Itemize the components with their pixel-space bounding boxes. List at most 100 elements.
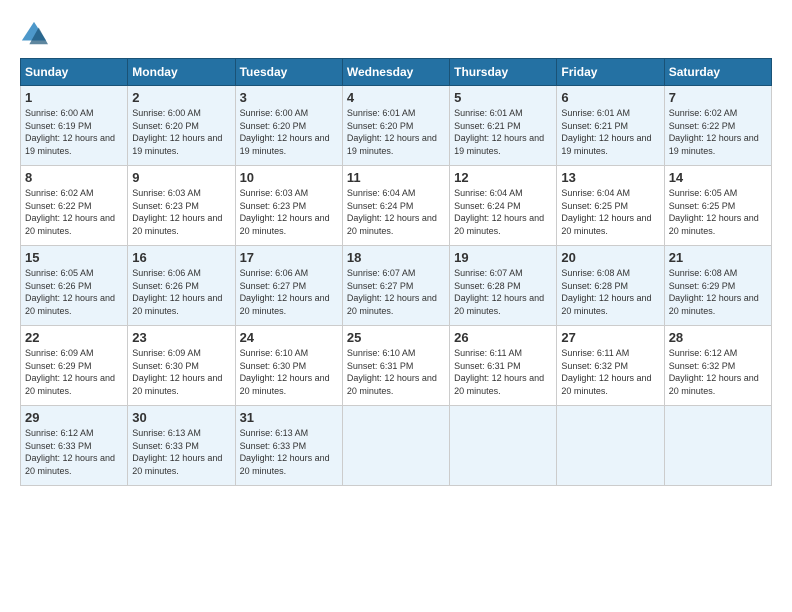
calendar-cell <box>557 406 664 486</box>
calendar-cell: 22 Sunrise: 6:09 AMSunset: 6:29 PMDaylig… <box>21 326 128 406</box>
calendar-cell: 5 Sunrise: 6:01 AMSunset: 6:21 PMDayligh… <box>450 86 557 166</box>
day-number: 3 <box>240 90 338 105</box>
day-detail: Sunrise: 6:04 AMSunset: 6:24 PMDaylight:… <box>454 188 544 236</box>
calendar-cell: 7 Sunrise: 6:02 AMSunset: 6:22 PMDayligh… <box>664 86 771 166</box>
calendar-week-row: 29 Sunrise: 6:12 AMSunset: 6:33 PMDaylig… <box>21 406 772 486</box>
calendar-cell: 8 Sunrise: 6:02 AMSunset: 6:22 PMDayligh… <box>21 166 128 246</box>
day-detail: Sunrise: 6:09 AMSunset: 6:30 PMDaylight:… <box>132 348 222 396</box>
calendar-cell: 4 Sunrise: 6:01 AMSunset: 6:20 PMDayligh… <box>342 86 449 166</box>
day-detail: Sunrise: 6:01 AMSunset: 6:21 PMDaylight:… <box>454 108 544 156</box>
day-detail: Sunrise: 6:00 AMSunset: 6:20 PMDaylight:… <box>240 108 330 156</box>
day-number: 18 <box>347 250 445 265</box>
day-detail: Sunrise: 6:01 AMSunset: 6:21 PMDaylight:… <box>561 108 651 156</box>
day-number: 29 <box>25 410 123 425</box>
calendar-cell <box>342 406 449 486</box>
day-number: 31 <box>240 410 338 425</box>
calendar-cell: 31 Sunrise: 6:13 AMSunset: 6:33 PMDaylig… <box>235 406 342 486</box>
day-number: 17 <box>240 250 338 265</box>
day-number: 15 <box>25 250 123 265</box>
calendar-cell: 25 Sunrise: 6:10 AMSunset: 6:31 PMDaylig… <box>342 326 449 406</box>
day-detail: Sunrise: 6:05 AMSunset: 6:26 PMDaylight:… <box>25 268 115 316</box>
day-number: 28 <box>669 330 767 345</box>
calendar-cell: 11 Sunrise: 6:04 AMSunset: 6:24 PMDaylig… <box>342 166 449 246</box>
calendar-cell: 2 Sunrise: 6:00 AMSunset: 6:20 PMDayligh… <box>128 86 235 166</box>
logo <box>20 20 52 48</box>
calendar-cell: 16 Sunrise: 6:06 AMSunset: 6:26 PMDaylig… <box>128 246 235 326</box>
calendar-cell: 27 Sunrise: 6:11 AMSunset: 6:32 PMDaylig… <box>557 326 664 406</box>
calendar-cell <box>664 406 771 486</box>
day-detail: Sunrise: 6:08 AMSunset: 6:28 PMDaylight:… <box>561 268 651 316</box>
day-detail: Sunrise: 6:05 AMSunset: 6:25 PMDaylight:… <box>669 188 759 236</box>
logo-icon <box>20 20 48 48</box>
calendar-cell: 12 Sunrise: 6:04 AMSunset: 6:24 PMDaylig… <box>450 166 557 246</box>
day-number: 30 <box>132 410 230 425</box>
day-number: 19 <box>454 250 552 265</box>
calendar-cell: 23 Sunrise: 6:09 AMSunset: 6:30 PMDaylig… <box>128 326 235 406</box>
day-detail: Sunrise: 6:03 AMSunset: 6:23 PMDaylight:… <box>132 188 222 236</box>
day-number: 22 <box>25 330 123 345</box>
day-number: 24 <box>240 330 338 345</box>
calendar-cell: 9 Sunrise: 6:03 AMSunset: 6:23 PMDayligh… <box>128 166 235 246</box>
day-detail: Sunrise: 6:02 AMSunset: 6:22 PMDaylight:… <box>669 108 759 156</box>
day-number: 8 <box>25 170 123 185</box>
calendar-week-row: 8 Sunrise: 6:02 AMSunset: 6:22 PMDayligh… <box>21 166 772 246</box>
calendar-week-row: 22 Sunrise: 6:09 AMSunset: 6:29 PMDaylig… <box>21 326 772 406</box>
day-number: 9 <box>132 170 230 185</box>
day-number: 26 <box>454 330 552 345</box>
day-detail: Sunrise: 6:02 AMSunset: 6:22 PMDaylight:… <box>25 188 115 236</box>
day-number: 21 <box>669 250 767 265</box>
calendar-cell: 13 Sunrise: 6:04 AMSunset: 6:25 PMDaylig… <box>557 166 664 246</box>
calendar-cell: 3 Sunrise: 6:00 AMSunset: 6:20 PMDayligh… <box>235 86 342 166</box>
day-detail: Sunrise: 6:12 AMSunset: 6:32 PMDaylight:… <box>669 348 759 396</box>
calendar-cell: 21 Sunrise: 6:08 AMSunset: 6:29 PMDaylig… <box>664 246 771 326</box>
calendar-cell: 30 Sunrise: 6:13 AMSunset: 6:33 PMDaylig… <box>128 406 235 486</box>
calendar-cell: 1 Sunrise: 6:00 AMSunset: 6:19 PMDayligh… <box>21 86 128 166</box>
day-detail: Sunrise: 6:04 AMSunset: 6:24 PMDaylight:… <box>347 188 437 236</box>
calendar-cell: 17 Sunrise: 6:06 AMSunset: 6:27 PMDaylig… <box>235 246 342 326</box>
day-detail: Sunrise: 6:11 AMSunset: 6:31 PMDaylight:… <box>454 348 544 396</box>
day-number: 1 <box>25 90 123 105</box>
calendar-cell <box>450 406 557 486</box>
calendar-cell: 15 Sunrise: 6:05 AMSunset: 6:26 PMDaylig… <box>21 246 128 326</box>
day-number: 12 <box>454 170 552 185</box>
day-detail: Sunrise: 6:13 AMSunset: 6:33 PMDaylight:… <box>132 428 222 476</box>
day-number: 11 <box>347 170 445 185</box>
calendar-table: SundayMondayTuesdayWednesdayThursdayFrid… <box>20 58 772 486</box>
calendar-cell: 6 Sunrise: 6:01 AMSunset: 6:21 PMDayligh… <box>557 86 664 166</box>
calendar-cell: 20 Sunrise: 6:08 AMSunset: 6:28 PMDaylig… <box>557 246 664 326</box>
day-detail: Sunrise: 6:12 AMSunset: 6:33 PMDaylight:… <box>25 428 115 476</box>
day-detail: Sunrise: 6:00 AMSunset: 6:20 PMDaylight:… <box>132 108 222 156</box>
day-detail: Sunrise: 6:11 AMSunset: 6:32 PMDaylight:… <box>561 348 651 396</box>
day-number: 5 <box>454 90 552 105</box>
page-header <box>20 20 772 48</box>
day-detail: Sunrise: 6:04 AMSunset: 6:25 PMDaylight:… <box>561 188 651 236</box>
day-detail: Sunrise: 6:00 AMSunset: 6:19 PMDaylight:… <box>25 108 115 156</box>
weekday-header: Wednesday <box>342 59 449 86</box>
calendar-week-row: 15 Sunrise: 6:05 AMSunset: 6:26 PMDaylig… <box>21 246 772 326</box>
weekday-header: Tuesday <box>235 59 342 86</box>
day-number: 4 <box>347 90 445 105</box>
calendar-cell: 18 Sunrise: 6:07 AMSunset: 6:27 PMDaylig… <box>342 246 449 326</box>
day-number: 27 <box>561 330 659 345</box>
calendar-cell: 14 Sunrise: 6:05 AMSunset: 6:25 PMDaylig… <box>664 166 771 246</box>
calendar-cell: 10 Sunrise: 6:03 AMSunset: 6:23 PMDaylig… <box>235 166 342 246</box>
day-detail: Sunrise: 6:03 AMSunset: 6:23 PMDaylight:… <box>240 188 330 236</box>
day-number: 16 <box>132 250 230 265</box>
day-detail: Sunrise: 6:06 AMSunset: 6:26 PMDaylight:… <box>132 268 222 316</box>
day-number: 2 <box>132 90 230 105</box>
day-detail: Sunrise: 6:10 AMSunset: 6:30 PMDaylight:… <box>240 348 330 396</box>
day-number: 25 <box>347 330 445 345</box>
weekday-header: Thursday <box>450 59 557 86</box>
calendar-cell: 29 Sunrise: 6:12 AMSunset: 6:33 PMDaylig… <box>21 406 128 486</box>
day-detail: Sunrise: 6:09 AMSunset: 6:29 PMDaylight:… <box>25 348 115 396</box>
day-number: 13 <box>561 170 659 185</box>
calendar-cell: 19 Sunrise: 6:07 AMSunset: 6:28 PMDaylig… <box>450 246 557 326</box>
day-detail: Sunrise: 6:13 AMSunset: 6:33 PMDaylight:… <box>240 428 330 476</box>
calendar-week-row: 1 Sunrise: 6:00 AMSunset: 6:19 PMDayligh… <box>21 86 772 166</box>
day-detail: Sunrise: 6:06 AMSunset: 6:27 PMDaylight:… <box>240 268 330 316</box>
day-number: 7 <box>669 90 767 105</box>
day-detail: Sunrise: 6:10 AMSunset: 6:31 PMDaylight:… <box>347 348 437 396</box>
weekday-header: Sunday <box>21 59 128 86</box>
day-number: 6 <box>561 90 659 105</box>
day-detail: Sunrise: 6:07 AMSunset: 6:27 PMDaylight:… <box>347 268 437 316</box>
